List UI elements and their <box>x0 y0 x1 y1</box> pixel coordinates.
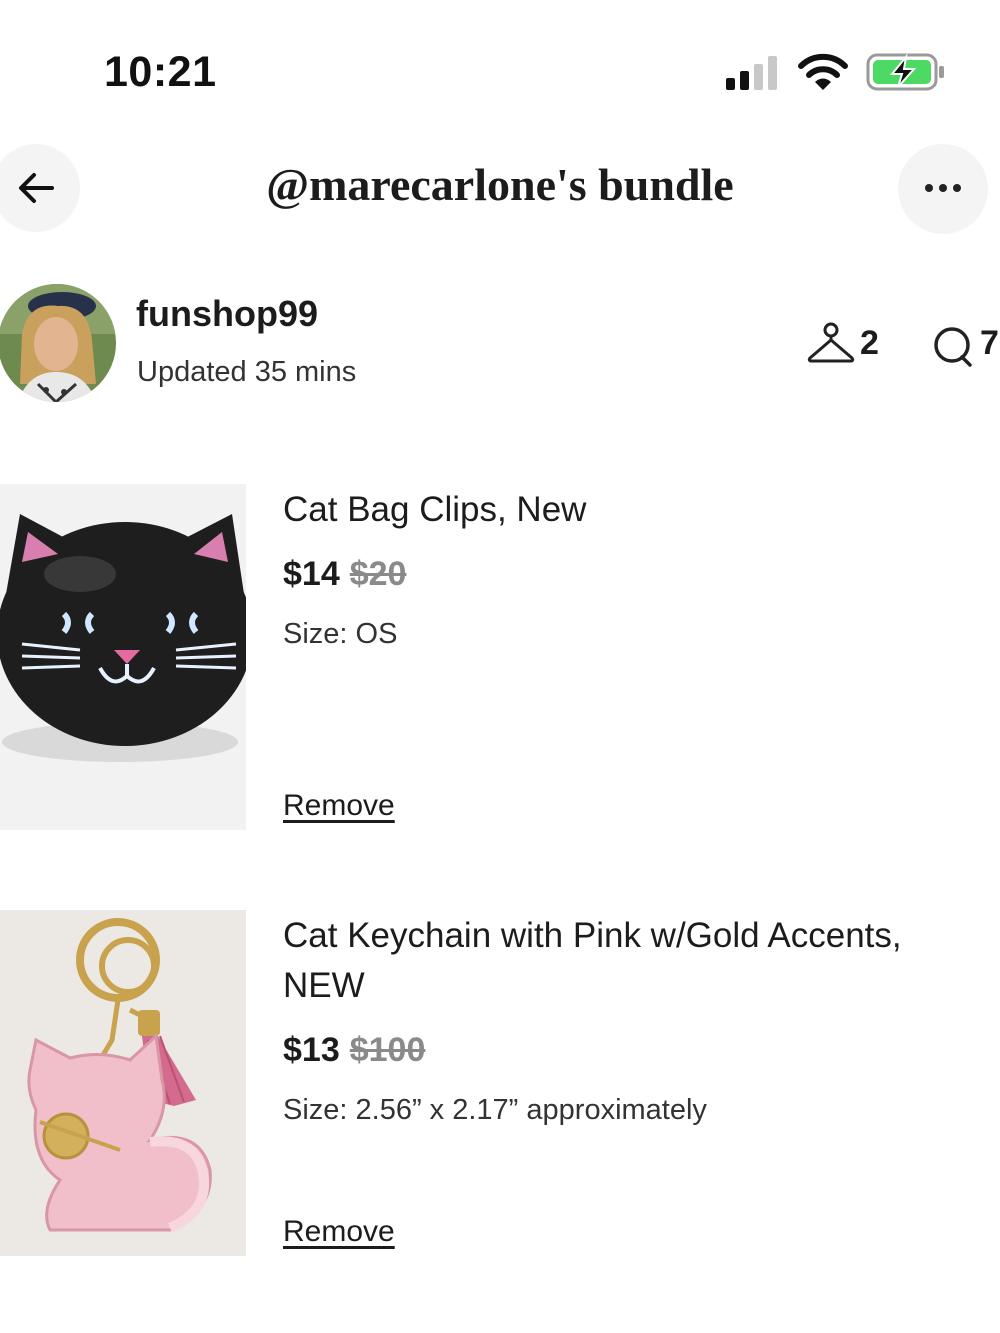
cellular-signal-icon <box>726 56 777 90</box>
item-image-cat-bag-clips[interactable] <box>0 484 246 830</box>
item-price: $13 $100 <box>283 1031 425 1070</box>
back-button[interactable] <box>0 144 80 232</box>
sale-price: $14 <box>283 555 340 593</box>
item-size: Size: 2.56” x 2.17” approximately <box>283 1094 707 1126</box>
page-title: @marecarlone's bundle <box>266 159 734 210</box>
avatar-photo <box>0 284 116 402</box>
battery-charging-icon <box>866 53 944 91</box>
remove-item-button[interactable]: Remove <box>283 789 395 823</box>
arrow-left-icon <box>19 173 54 203</box>
seller-updated-time: Updated 35 mins <box>137 356 357 388</box>
item-title[interactable]: Cat Bag Clips, New <box>283 485 983 535</box>
item-price: $14 $20 <box>283 555 406 594</box>
sale-price: $13 <box>283 1031 340 1069</box>
item-title[interactable]: Cat Keychain with Pink w/Gold Accents, N… <box>283 911 983 1011</box>
original-price: $100 <box>349 1031 426 1069</box>
original-price: $20 <box>349 555 407 593</box>
status-time: 10:21 <box>104 48 217 96</box>
hanger-icon[interactable] <box>806 322 856 366</box>
item-image-cat-keychain[interactable] <box>0 910 246 1256</box>
more-horizontal-icon <box>925 184 933 192</box>
item-size: Size: OS <box>283 618 398 650</box>
comments-count: 7 <box>980 324 999 362</box>
comment-icon[interactable] <box>930 324 976 368</box>
seller-username[interactable]: funshop99 <box>136 293 318 335</box>
likes-count: 2 <box>860 324 879 362</box>
wifi-icon <box>798 53 848 90</box>
more-options-button[interactable] <box>898 144 988 234</box>
seller-avatar[interactable] <box>0 284 116 402</box>
remove-item-button[interactable]: Remove <box>283 1215 395 1249</box>
